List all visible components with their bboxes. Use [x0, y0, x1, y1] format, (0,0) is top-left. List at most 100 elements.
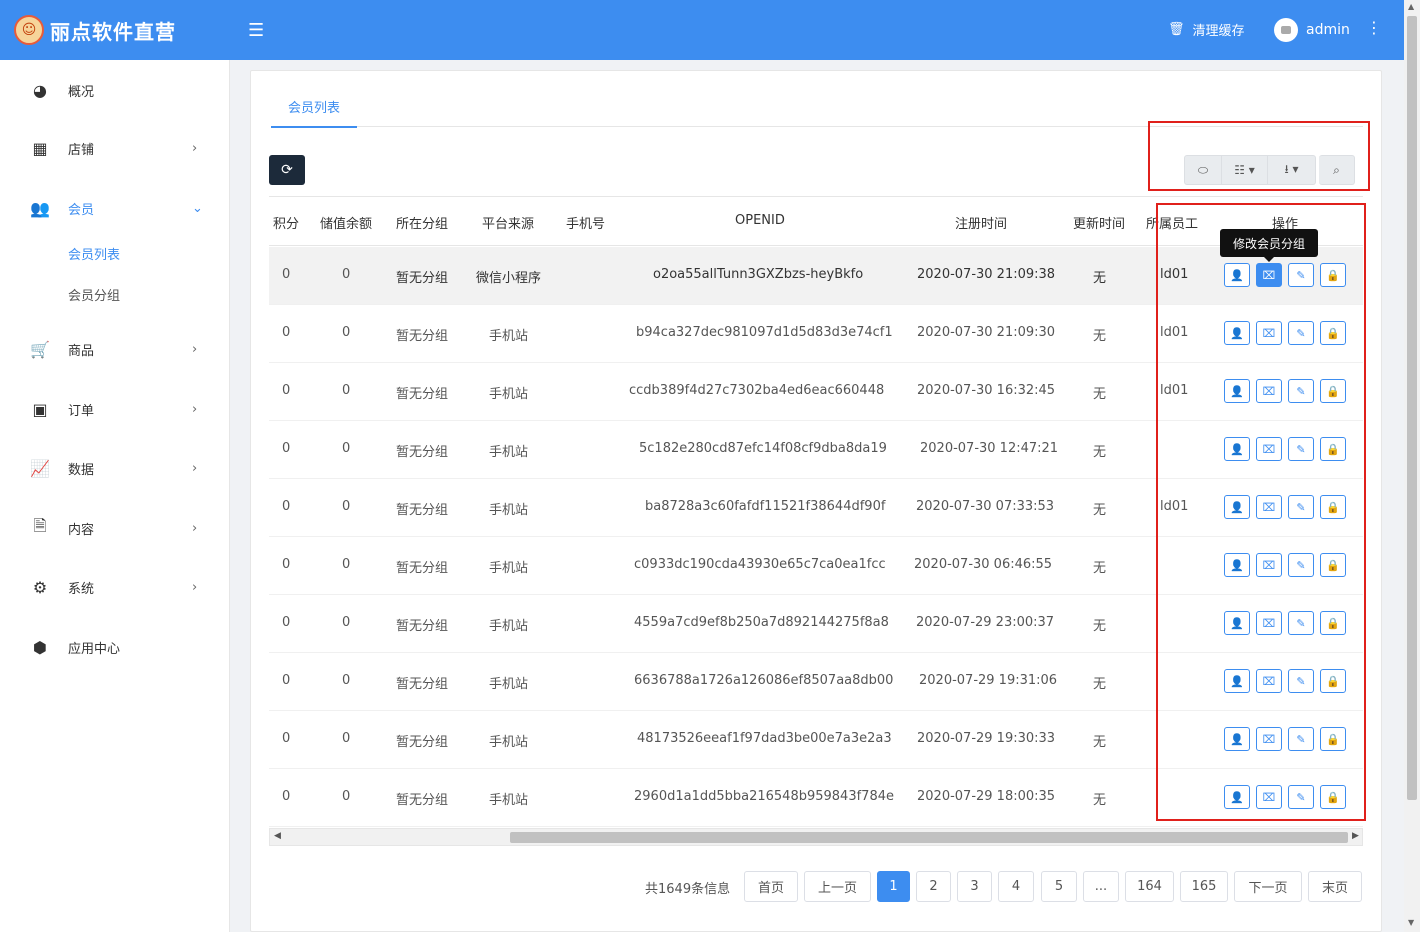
- member-detail-button[interactable]: 👤: [1224, 611, 1250, 635]
- scrollbar-thumb[interactable]: [510, 832, 1348, 843]
- sidebar-item-overview[interactable]: ◕ 概况: [0, 70, 230, 110]
- sidebar-item-orders[interactable]: ▣ 订单 ›: [0, 389, 230, 429]
- sidebar-item-app-center[interactable]: ⬢ 应用中心: [0, 627, 230, 667]
- group-edit-icon: ⌧: [1262, 732, 1276, 746]
- cell-openid: 5c182e280cd87efc14f08cf9dba8da19: [639, 441, 887, 456]
- search-button[interactable]: ⌕: [1319, 155, 1355, 185]
- sidebar-item-system[interactable]: ⚙ 系统 ›: [0, 567, 230, 607]
- edit-group-button[interactable]: ⌧: [1256, 495, 1282, 519]
- table-row[interactable]: 0 0 暂无分组 手机站 ba8728a3c60fafdf11521f38644…: [269, 479, 1363, 537]
- page-next-button[interactable]: 下一页: [1234, 871, 1302, 902]
- page-button[interactable]: 4: [998, 871, 1034, 902]
- lock-button[interactable]: 🔒: [1320, 553, 1346, 577]
- refresh-button[interactable]: ⟳: [269, 155, 305, 185]
- sidebar-item-shop[interactable]: ▦ 店铺 ›: [0, 128, 230, 168]
- page-first-button[interactable]: 首页: [744, 871, 798, 902]
- lock-button[interactable]: 🔒: [1320, 379, 1346, 403]
- edit-button[interactable]: ✎: [1288, 437, 1314, 461]
- lock-button[interactable]: 🔒: [1320, 437, 1346, 461]
- edit-group-button[interactable]: ⌧: [1256, 379, 1282, 403]
- lock-icon: 🔒: [1326, 268, 1340, 282]
- horizontal-scrollbar[interactable]: ◀ ▶: [269, 828, 1363, 846]
- edit-group-button[interactable]: ⌧: [1256, 611, 1282, 635]
- cell-group: 暂无分组: [396, 677, 449, 692]
- grid-icon: ▦: [32, 138, 48, 158]
- page-last-button[interactable]: 末页: [1308, 871, 1362, 902]
- table-row[interactable]: 0 0 暂无分组 手机站 5c182e280cd87efc14f08cf9dba…: [269, 421, 1363, 479]
- hamburger-icon[interactable]: ☰: [248, 20, 264, 41]
- page-button-current[interactable]: 1: [877, 871, 910, 902]
- edit-button[interactable]: ✎: [1288, 669, 1314, 693]
- lock-button[interactable]: 🔒: [1320, 321, 1346, 345]
- member-detail-button[interactable]: 👤: [1224, 669, 1250, 693]
- export-button[interactable]: ⭳ ▾: [1268, 155, 1316, 185]
- lock-button[interactable]: 🔒: [1320, 263, 1346, 287]
- lock-button[interactable]: 🔒: [1320, 785, 1346, 809]
- table-row[interactable]: 0 0 暂无分组 手机站 4559a7cd9ef8b250a7d89214427…: [269, 595, 1363, 653]
- member-detail-button[interactable]: 👤: [1224, 379, 1250, 403]
- tab-bar: 会员列表: [271, 97, 1363, 128]
- edit-group-button[interactable]: ⌧: [1256, 727, 1282, 751]
- edit-group-button[interactable]: ⌧: [1256, 263, 1282, 287]
- sidebar-subitem-member-list[interactable]: 会员列表: [68, 244, 120, 263]
- member-detail-button[interactable]: 👤: [1224, 727, 1250, 751]
- columns-button[interactable]: ☷ ▾: [1222, 155, 1268, 185]
- sidebar-item-products[interactable]: 🛒 商品 ›: [0, 329, 230, 369]
- table-row[interactable]: 0 0 暂无分组 手机站 6636788a1726a126086ef8507aa…: [269, 653, 1363, 711]
- edit-group-button[interactable]: ⌧: [1256, 553, 1282, 577]
- member-detail-button[interactable]: 👤: [1224, 437, 1250, 461]
- sidebar-item-content[interactable]: 🗎 内容 ›: [0, 508, 230, 548]
- edit-group-button[interactable]: ⌧: [1256, 785, 1282, 809]
- edit-button[interactable]: ✎: [1288, 321, 1314, 345]
- lock-button[interactable]: 🔒: [1320, 727, 1346, 751]
- member-detail-button[interactable]: 👤: [1224, 495, 1250, 519]
- member-detail-button[interactable]: 👤: [1224, 263, 1250, 287]
- table-row[interactable]: 0 0 暂无分组 手机站 c0933dc190cda43930e65c7ca0e…: [269, 537, 1363, 595]
- sidebar-item-data[interactable]: 📈 数据 ›: [0, 448, 230, 488]
- table-row[interactable]: 0 0 暂无分组 手机站 2960d1a1dd5bba216548b959843…: [269, 769, 1363, 827]
- vertical-scrollbar[interactable]: ▲ ▼: [1404, 0, 1420, 932]
- table-row[interactable]: 0 0 暂无分组 手机站 ccdb389f4d27c7302ba4ed6eac6…: [269, 363, 1363, 421]
- page-button[interactable]: 5: [1041, 871, 1077, 902]
- sidebar-subitem-member-groups[interactable]: 会员分组: [68, 285, 120, 304]
- member-detail-button[interactable]: 👤: [1224, 553, 1250, 577]
- page-prev-button[interactable]: 上一页: [804, 871, 871, 902]
- scroll-up-icon[interactable]: ▲: [1408, 2, 1414, 11]
- cell-balance: 0: [342, 267, 351, 282]
- edit-group-button[interactable]: ⌧: [1256, 321, 1282, 345]
- page-button[interactable]: 2: [916, 871, 951, 902]
- lock-button[interactable]: 🔒: [1320, 669, 1346, 693]
- member-detail-button[interactable]: 👤: [1224, 321, 1250, 345]
- scroll-right-icon[interactable]: ▶: [1352, 831, 1359, 841]
- edit-button[interactable]: ✎: [1288, 727, 1314, 751]
- edit-button[interactable]: ✎: [1288, 553, 1314, 577]
- row-actions: 👤 ⌧ ✎ 🔒: [1224, 785, 1346, 809]
- brand[interactable]: ☺ 丽点软件直营: [0, 0, 230, 60]
- edit-button[interactable]: ✎: [1288, 611, 1314, 635]
- member-detail-button[interactable]: 👤: [1224, 785, 1250, 809]
- more-vertical-icon[interactable]: ⋮: [1366, 18, 1382, 37]
- cell-staff: ld01: [1160, 383, 1189, 398]
- page-button[interactable]: 3: [957, 871, 992, 902]
- sidebar-item-members[interactable]: 👥 会员 ⌄: [0, 188, 230, 228]
- edit-group-button[interactable]: ⌧: [1256, 437, 1282, 461]
- table-row[interactable]: 0 0 暂无分组 微信小程序 o2oa55allTunn3GXZbzs-heyB…: [269, 247, 1363, 305]
- edit-button[interactable]: ✎: [1288, 495, 1314, 519]
- table-row[interactable]: 0 0 暂无分组 手机站 b94ca327dec981097d1d5d83d3e…: [269, 305, 1363, 363]
- table-row[interactable]: 0 0 暂无分组 手机站 48173526eeaf1f97dad3be00e7a…: [269, 711, 1363, 769]
- edit-button[interactable]: ✎: [1288, 785, 1314, 809]
- tab-member-list[interactable]: 会员列表: [271, 97, 357, 128]
- edit-group-button[interactable]: ⌧: [1256, 669, 1282, 693]
- edit-button[interactable]: ✎: [1288, 379, 1314, 403]
- page-button[interactable]: 164: [1125, 871, 1174, 902]
- lock-button[interactable]: 🔒: [1320, 611, 1346, 635]
- scroll-down-icon[interactable]: ▼: [1408, 918, 1414, 927]
- lock-button[interactable]: 🔒: [1320, 495, 1346, 519]
- toggle-view-button[interactable]: ⬭: [1184, 155, 1222, 185]
- vertical-scrollbar-thumb[interactable]: [1407, 16, 1417, 800]
- user-menu[interactable]: admin: [1274, 18, 1350, 42]
- edit-button[interactable]: ✎: [1288, 263, 1314, 287]
- clear-cache-button[interactable]: 🗑 清理缓存: [1168, 20, 1245, 39]
- scroll-left-icon[interactable]: ◀: [274, 831, 281, 841]
- page-button[interactable]: 165: [1180, 871, 1228, 902]
